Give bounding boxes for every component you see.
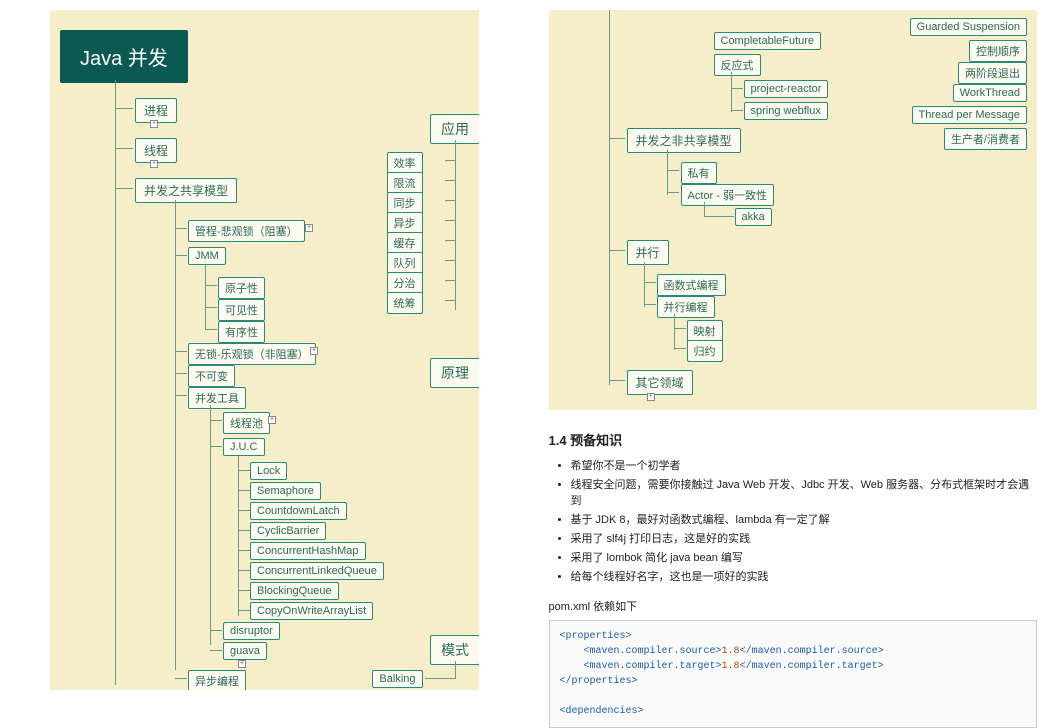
node-reduce: 归约 (687, 340, 723, 362)
node-rp1: Guarded Suspension (910, 18, 1027, 36)
node-rp3: 两阶段退出 (958, 62, 1027, 84)
expand-icon[interactable]: + (647, 393, 655, 401)
node-rp6: 生产者/消费者 (944, 128, 1027, 150)
list-item: 采用了 slf4j 打印日志，这是好的实践 (571, 530, 1038, 546)
expand-icon[interactable]: + (238, 660, 246, 668)
pom-label: pom.xml 依赖如下 (549, 598, 1038, 614)
node-clq: ConcurrentLinkedQueue (250, 562, 384, 580)
list-item: 基于 JDK 8，最好对函数式编程、lambda 有一定了解 (571, 511, 1038, 527)
node-chm: ConcurrentHashMap (250, 542, 366, 560)
node-webflux: spring webflux (744, 102, 828, 120)
node-juc: J.U.C (223, 438, 265, 456)
prereq-heading: 1.4 预备知识 (549, 430, 1038, 449)
node-app2: 限流 (387, 172, 423, 194)
node-async: 异步编程 (188, 670, 246, 690)
node-immutable: 不可变 (188, 365, 235, 387)
list-item: 给每个线程好名字，这也是一项好的实践 (571, 568, 1038, 584)
node-app6: 队列 (387, 252, 423, 274)
expand-icon[interactable]: + (310, 347, 318, 355)
node-actor: Actor - 弱一致性 (681, 184, 774, 206)
node-lockfree: 无锁-乐观锁（非阻塞） (188, 343, 316, 365)
list-item: 希望你不是一个初学者 (571, 457, 1038, 473)
node-pp: 并行编程 (657, 296, 715, 318)
node-bq: BlockingQueue (250, 582, 339, 600)
list-item: 采用了 lombok 简化 java bean 编写 (571, 549, 1038, 565)
node-principle: 原理 (430, 358, 479, 388)
node-other: 其它领域 (627, 370, 693, 395)
list-item: 线程安全问题，需要你接触过 Java Web 开发、Jdbc 开发、Web 服务… (571, 476, 1038, 508)
expand-icon[interactable]: + (150, 120, 158, 128)
node-cf: CompletableFuture (714, 32, 822, 50)
node-reactive: 反应式 (714, 54, 761, 76)
node-ordering: 有序性 (218, 321, 265, 343)
expand-icon[interactable]: + (268, 416, 276, 424)
prereq-list: 希望你不是一个初学者 线程安全问题，需要你接触过 Java Web 开发、Jdb… (549, 457, 1038, 584)
node-balking: Balking (372, 670, 422, 688)
expand-icon[interactable]: + (150, 160, 158, 168)
node-app8: 统筹 (387, 292, 423, 314)
mindmap-right: CompletableFuture 反应式 project-reactor sp… (549, 10, 1038, 410)
node-nonshared: 并发之非共享模型 (627, 128, 741, 153)
node-app1: 效率 (387, 152, 423, 174)
node-cowal: CopyOnWriteArrayList (250, 602, 373, 620)
node-guava: guava (223, 642, 267, 660)
node-tools: 并发工具 (188, 387, 246, 409)
node-private: 私有 (681, 162, 717, 184)
node-app5: 缓存 (387, 232, 423, 254)
node-jmm: JMM (188, 247, 226, 265)
node-countdown: CountdownLatch (250, 502, 347, 520)
node-visibility: 可见性 (218, 299, 265, 321)
node-app3: 同步 (387, 192, 423, 214)
node-shared-model: 并发之共享模型 (135, 178, 237, 203)
node-app4: 异步 (387, 212, 423, 234)
root-node: Java 并发 (60, 30, 188, 83)
node-app7: 分治 (387, 272, 423, 294)
node-disruptor: disruptor (223, 622, 280, 640)
expand-icon[interactable]: + (305, 224, 313, 232)
node-rp5: Thread per Message (912, 106, 1028, 124)
node-semaphore: Semaphore (250, 482, 321, 500)
node-threadpool: 线程池 (223, 412, 270, 434)
node-akka: akka (735, 208, 772, 226)
node-rp4: WorkThread (953, 84, 1027, 102)
code-block: <properties> <maven.compiler.source>1.8<… (549, 620, 1038, 728)
node-fp: 函数式编程 (657, 274, 726, 296)
node-rp2: 控制顺序 (969, 40, 1027, 62)
node-lock: Lock (250, 462, 287, 480)
node-reactor: project-reactor (744, 80, 829, 98)
node-cyclicbarrier: CyclicBarrier (250, 522, 326, 540)
node-parallel: 并行 (627, 240, 669, 265)
node-atomicity: 原子性 (218, 277, 265, 299)
node-monitor: 管程-悲观锁（阻塞） (188, 220, 305, 242)
node-map: 映射 (687, 320, 723, 342)
mindmap-left: Java 并发 进程 + 线程 + 并发之共享模型 管程-悲观锁（阻塞） + J… (50, 10, 479, 690)
